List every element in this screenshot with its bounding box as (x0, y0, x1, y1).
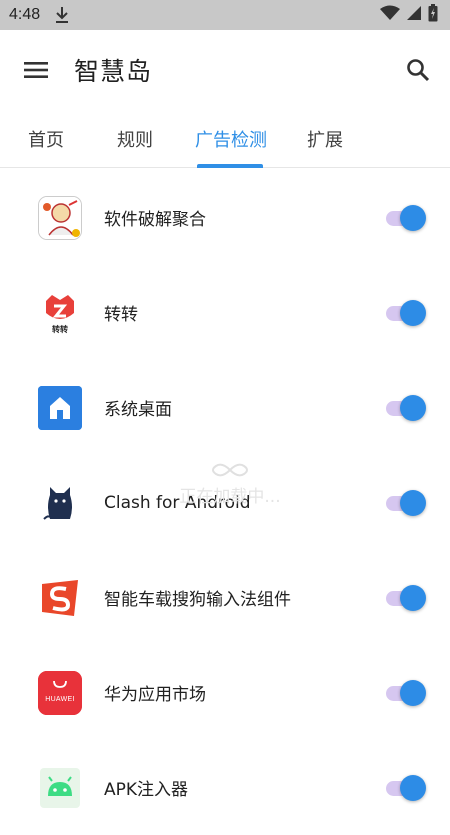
list-item[interactable]: 软件破解聚合 (0, 170, 450, 265)
tab-indicator (197, 164, 263, 168)
status-bar: 4:48 (0, 0, 450, 30)
app-name: 华为应用市场 (104, 685, 206, 705)
wifi-icon (380, 5, 400, 25)
clash-cat-icon (38, 480, 82, 525)
app-title: 智慧岛 (74, 57, 153, 86)
list-item[interactable]: 转转 转转 (0, 265, 450, 360)
app-name: 智能车载搜狗输入法组件 (104, 590, 291, 610)
download-icon (54, 6, 70, 24)
huawei-appgallery-icon: HUAWEI (38, 670, 82, 715)
toggle-switch[interactable] (384, 299, 428, 327)
tab-ad-detection[interactable]: 广告检测 (195, 110, 267, 168)
app-name: 软件破解聚合 (104, 210, 206, 230)
toggle-switch[interactable] (384, 584, 428, 612)
zhuanzhuan-icon: 转转 (38, 290, 82, 335)
list-item[interactable]: 系统桌面 (0, 360, 450, 455)
signal-icon (406, 5, 422, 25)
toggle-switch[interactable] (384, 489, 428, 517)
svg-text:转转: 转转 (52, 324, 68, 334)
sogou-input-icon (38, 575, 82, 620)
huawei-icon-text: HUAWEI (45, 695, 75, 703)
toggle-switch[interactable] (384, 394, 428, 422)
app-name: Clash for Android (104, 492, 251, 513)
home-launcher-icon (38, 385, 82, 430)
tab-rules[interactable]: 规则 (117, 110, 153, 168)
list-item[interactable]: Clash for Android (0, 455, 450, 550)
app-name: 转转 (104, 305, 138, 325)
battery-icon (428, 4, 438, 26)
tab-bar: 首页 规则 广告检测 扩展 (0, 110, 450, 168)
search-icon[interactable] (404, 56, 432, 84)
toggle-switch[interactable] (384, 679, 428, 707)
tab-extensions[interactable]: 扩展 (307, 110, 343, 168)
status-time: 4:48 (9, 6, 41, 23)
list-item[interactable]: APK注入器 (0, 740, 450, 835)
menu-icon[interactable] (22, 56, 50, 84)
toggle-switch[interactable] (384, 204, 428, 232)
status-icons (380, 4, 438, 26)
app-name: APK注入器 (104, 780, 189, 800)
list-item[interactable]: 智能车载搜狗输入法组件 (0, 550, 450, 645)
app-list: 软件破解聚合 转转 转转 系统桌面 Clash for Android 智能车载… (0, 170, 450, 835)
cracked-apps-icon (38, 195, 82, 240)
tab-home[interactable]: 首页 (28, 110, 64, 168)
toggle-switch[interactable] (384, 774, 428, 802)
android-apk-icon (38, 765, 82, 810)
app-bar: 智慧岛 (0, 30, 450, 110)
app-name: 系统桌面 (104, 400, 172, 420)
list-item[interactable]: HUAWEI 华为应用市场 (0, 645, 450, 740)
